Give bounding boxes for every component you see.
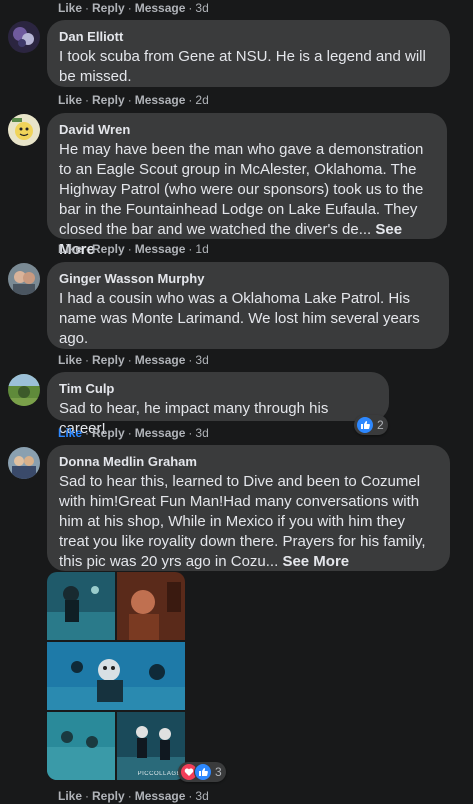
comment-author[interactable]: Dan Elliott [59, 28, 438, 45]
photo-diver-underwater [47, 572, 115, 640]
like-link[interactable]: Like [58, 353, 82, 367]
comment-bubble: David Wren He may have been the man who … [47, 113, 447, 258]
collage-watermark: PICCOLLAGE [137, 771, 181, 777]
reaction-count: 3 [215, 765, 222, 779]
see-more-link[interactable]: See More [282, 553, 349, 570]
separator: · [85, 93, 90, 107]
comment-text-body: Sad to hear this, learned to Dive and be… [59, 473, 426, 570]
message-link[interactable]: Message [135, 242, 186, 256]
photo-divers-ocean [47, 712, 115, 780]
photo-collage[interactable]: PICCOLLAGE [47, 572, 185, 780]
comment-text: I had a cousin who was a Oklahoma Lake P… [59, 290, 420, 347]
like-link[interactable]: Like [58, 426, 82, 440]
message-link[interactable]: Message [135, 353, 186, 367]
reply-link[interactable]: Reply [92, 1, 125, 15]
comment-actions: Like · Reply · Message · 3d [58, 426, 209, 440]
reaction-summary[interactable]: 3 [178, 762, 226, 782]
separator: · [127, 353, 132, 367]
comment-bubble: Donna Medlin Graham Sad to hear this, le… [47, 445, 450, 571]
reply-link[interactable]: Reply [92, 93, 125, 107]
like-link[interactable]: Like [58, 93, 82, 107]
comment-author[interactable]: David Wren [59, 121, 435, 138]
comment-author[interactable]: Tim Culp [59, 380, 377, 397]
separator: · [127, 93, 132, 107]
avatar[interactable] [8, 447, 40, 479]
reply-link[interactable]: Reply [92, 353, 125, 367]
thumbs-up-icon [356, 416, 374, 434]
comment-bubble: Dan Elliott I took scuba from Gene at NS… [47, 20, 450, 87]
separator: · [188, 1, 193, 15]
separator: · [85, 353, 90, 367]
like-link[interactable]: Like [58, 1, 82, 15]
separator: · [85, 789, 90, 803]
photo-people-indoors [117, 572, 185, 640]
separator: · [85, 242, 90, 256]
separator: · [127, 789, 132, 803]
comment-bubble: Tim Culp Sad to hear, he impact many thr… [47, 372, 389, 437]
avatar[interactable] [8, 374, 40, 406]
reaction-count: 2 [377, 418, 384, 432]
comment-text-body: He may have been the man who gave a demo… [59, 141, 424, 238]
avatar[interactable] [8, 21, 40, 53]
avatar[interactable] [8, 263, 40, 295]
thumbs-up-icon [194, 763, 212, 781]
message-link[interactable]: Message [135, 789, 186, 803]
timestamp[interactable]: 1d [195, 242, 208, 256]
reply-link[interactable]: Reply [92, 789, 125, 803]
comment-author[interactable]: Ginger Wasson Murphy [59, 270, 437, 287]
separator: · [188, 242, 193, 256]
separator: · [188, 426, 193, 440]
message-link[interactable]: Message [135, 426, 186, 440]
reaction-summary[interactable]: 2 [354, 415, 388, 435]
separator: · [127, 242, 132, 256]
comment-actions: Like · Reply · Message · 2d [58, 93, 209, 107]
comment-bubble: Ginger Wasson Murphy I had a cousin who … [47, 262, 449, 349]
timestamp[interactable]: 3d [195, 426, 208, 440]
timestamp[interactable]: 3d [195, 353, 208, 367]
message-link[interactable]: Message [135, 93, 186, 107]
reply-link[interactable]: Reply [92, 426, 125, 440]
comment-actions: Like · Reply · Message · 3d [58, 789, 209, 803]
message-link[interactable]: Message [135, 1, 186, 15]
timestamp[interactable]: 3d [195, 1, 208, 15]
comment-author[interactable]: Donna Medlin Graham [59, 453, 438, 470]
reply-link[interactable]: Reply [92, 242, 125, 256]
comment-actions: Like · Reply · Message · 3d [58, 353, 209, 367]
avatar[interactable] [8, 114, 40, 146]
separator: · [85, 426, 90, 440]
comment-actions: Like · Reply · Message · 1d [58, 242, 209, 256]
separator: · [127, 426, 132, 440]
like-link[interactable]: Like [58, 242, 82, 256]
separator: · [127, 1, 132, 15]
photo-group-diving [47, 642, 185, 710]
separator: · [188, 93, 193, 107]
timestamp[interactable]: 2d [195, 93, 208, 107]
separator: · [188, 789, 193, 803]
separator: · [188, 353, 193, 367]
comment-actions: Like · Reply · Message · 3d [58, 1, 209, 15]
timestamp[interactable]: 3d [195, 789, 208, 803]
photo-divers-reef [117, 712, 185, 780]
separator: · [85, 1, 90, 15]
like-link[interactable]: Like [58, 789, 82, 803]
comment-text: I took scuba from Gene at NSU. He is a l… [59, 48, 426, 85]
comment-text: Sad to hear this, learned to Dive and be… [59, 472, 438, 572]
